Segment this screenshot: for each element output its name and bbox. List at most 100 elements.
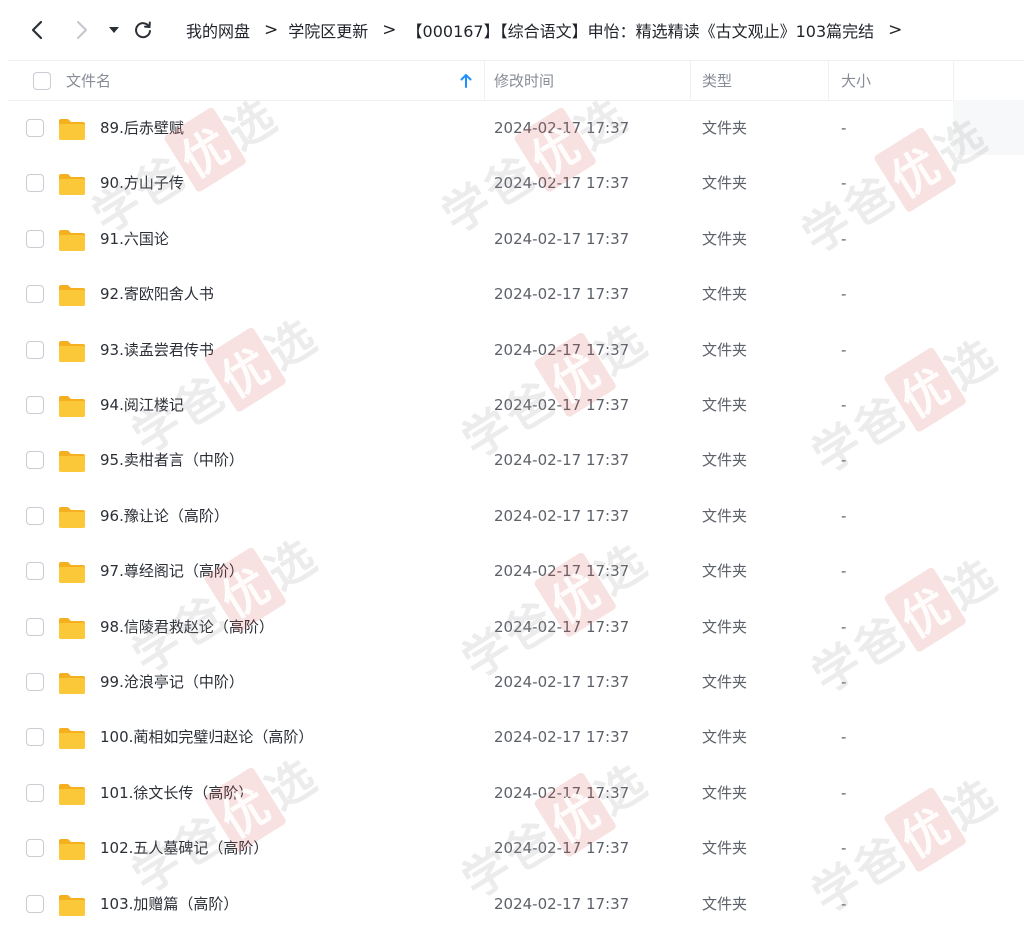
- file-type: 文件夹: [702, 174, 748, 193]
- forward-button[interactable]: [66, 15, 96, 45]
- table-row[interactable]: 94.阅江楼记 2024-02-17 17:37 文件夹 -: [8, 378, 1024, 433]
- column-header-modified[interactable]: 修改时间: [494, 61, 554, 100]
- table-row[interactable]: 89.后赤壁赋 2024-02-17 17:37 文件夹 -: [8, 101, 1024, 156]
- history-dropdown-button[interactable]: [99, 15, 129, 45]
- file-name[interactable]: 102.五人墓碑记（高阶）: [100, 821, 268, 876]
- refresh-button[interactable]: [128, 15, 158, 45]
- breadcrumb-item-current-folder[interactable]: 【000167】【综合语文】申怡：精选精读《古文观止》103篇完结: [407, 18, 875, 42]
- file-type: 文件夹: [702, 839, 748, 858]
- file-size: -: [841, 451, 847, 470]
- file-name[interactable]: 100.蔺相如完璧归赵论（高阶）: [100, 710, 313, 765]
- folder-icon: [59, 617, 85, 639]
- sort-ascending-button[interactable]: [460, 61, 472, 100]
- file-type: 文件夹: [702, 783, 748, 802]
- row-checkbox[interactable]: [26, 229, 44, 248]
- file-modified-time: 2024-02-17 17:37: [494, 728, 630, 747]
- file-size: -: [841, 396, 847, 414]
- table-row[interactable]: 100.蔺相如完璧归赵论（高阶） 2024-02-17 17:37 文件夹 -: [8, 710, 1024, 765]
- row-checkbox[interactable]: [26, 506, 44, 525]
- row-checkbox[interactable]: [26, 673, 44, 691]
- breadcrumb: 我的网盘 > 学院区更新 > 【000167】【综合语文】申怡：精选精读《古文观…: [186, 0, 912, 60]
- file-modified-time: 2024-02-17 17:37: [494, 285, 630, 304]
- breadcrumb-item-college-updates[interactable]: 学院区更新: [288, 18, 368, 42]
- file-type: 文件夹: [702, 673, 748, 691]
- file-size: -: [841, 340, 847, 359]
- table-row[interactable]: 93.读孟尝君传书 2024-02-17 17:37 文件夹 -: [8, 323, 1024, 378]
- file-type: 文件夹: [702, 506, 748, 525]
- file-modified-time: 2024-02-17 17:37: [494, 229, 630, 248]
- row-checkbox[interactable]: [26, 174, 44, 193]
- row-checkbox[interactable]: [26, 396, 44, 414]
- back-button[interactable]: [23, 15, 53, 45]
- row-checkbox[interactable]: [26, 894, 44, 913]
- table-row[interactable]: 101.徐文长传（高阶） 2024-02-17 17:37 文件夹 -: [8, 766, 1024, 821]
- file-name[interactable]: 93.读孟尝君传书: [100, 323, 214, 378]
- file-name[interactable]: 99.沧浪亭记（中阶）: [100, 655, 244, 710]
- file-type: 文件夹: [702, 728, 748, 747]
- file-modified-time: 2024-02-17 17:37: [494, 894, 630, 913]
- file-size: -: [841, 229, 847, 248]
- select-all-checkbox[interactable]: [33, 71, 51, 90]
- file-modified-time: 2024-02-17 17:37: [494, 340, 630, 359]
- folder-icon: [59, 728, 85, 750]
- table-row[interactable]: 97.尊经阁记（高阶） 2024-02-17 17:37 文件夹 -: [8, 544, 1024, 599]
- file-size: -: [841, 839, 847, 858]
- file-modified-time: 2024-02-17 17:37: [494, 506, 630, 525]
- column-header-name[interactable]: 文件名: [66, 61, 111, 100]
- file-size: -: [841, 506, 847, 525]
- file-name[interactable]: 91.六国论: [100, 212, 169, 267]
- table-row[interactable]: 103.加赠篇（高阶） 2024-02-17 17:37 文件夹 -: [8, 877, 1024, 932]
- column-header-size[interactable]: 大小: [841, 61, 871, 100]
- table-row[interactable]: 91.六国论 2024-02-17 17:37 文件夹 -: [8, 212, 1024, 267]
- table-row[interactable]: 92.寄欧阳舍人书 2024-02-17 17:37 文件夹 -: [8, 267, 1024, 322]
- file-type: 文件夹: [702, 340, 748, 359]
- arrow-up-icon: [460, 73, 472, 88]
- file-name[interactable]: 97.尊经阁记（高阶）: [100, 544, 244, 599]
- column-divider[interactable]: [484, 61, 485, 100]
- table-row[interactable]: 96.豫让论（高阶） 2024-02-17 17:37 文件夹 -: [8, 489, 1024, 544]
- folder-icon: [59, 506, 85, 528]
- column-header-type[interactable]: 类型: [702, 61, 732, 100]
- breadcrumb-item-my-drive[interactable]: 我的网盘: [186, 18, 250, 42]
- file-name[interactable]: 101.徐文长传（高阶）: [100, 766, 253, 821]
- file-modified-time: 2024-02-17 17:37: [494, 673, 630, 691]
- file-name[interactable]: 89.后赤壁赋: [100, 101, 184, 156]
- row-checkbox[interactable]: [26, 728, 44, 747]
- file-name[interactable]: 92.寄欧阳舍人书: [100, 267, 214, 322]
- file-name[interactable]: 96.豫让论（高阶）: [100, 489, 229, 544]
- row-checkbox[interactable]: [26, 340, 44, 359]
- column-divider[interactable]: [690, 61, 691, 100]
- file-modified-time: 2024-02-17 17:37: [494, 839, 630, 858]
- table-row[interactable]: 102.五人墓碑记（高阶） 2024-02-17 17:37 文件夹 -: [8, 821, 1024, 876]
- folder-icon: [59, 451, 85, 473]
- file-size: -: [841, 617, 847, 636]
- row-checkbox[interactable]: [26, 285, 44, 304]
- select-all-wrapper: [33, 61, 51, 100]
- file-name[interactable]: 95.卖柑者言（中阶）: [100, 433, 244, 488]
- file-size: -: [841, 562, 847, 581]
- file-size: -: [841, 285, 847, 304]
- file-name[interactable]: 94.阅江楼记: [100, 378, 184, 433]
- column-divider[interactable]: [828, 61, 829, 100]
- file-modified-time: 2024-02-17 17:37: [494, 562, 630, 581]
- table-row[interactable]: 95.卖柑者言（中阶） 2024-02-17 17:37 文件夹 -: [8, 433, 1024, 488]
- file-modified-time: 2024-02-17 17:37: [494, 396, 630, 414]
- row-checkbox[interactable]: [26, 839, 44, 858]
- file-type: 文件夹: [702, 119, 748, 137]
- row-checkbox[interactable]: [26, 617, 44, 636]
- file-type: 文件夹: [702, 396, 748, 414]
- file-name[interactable]: 90.方山子传: [100, 156, 184, 211]
- table-row[interactable]: 98.信陵君救赵论（高阶） 2024-02-17 17:37 文件夹 -: [8, 600, 1024, 655]
- column-divider[interactable]: [953, 61, 954, 100]
- row-checkbox[interactable]: [26, 451, 44, 470]
- row-checkbox[interactable]: [26, 119, 44, 137]
- row-checkbox[interactable]: [26, 562, 44, 581]
- folder-icon: [59, 285, 85, 307]
- row-checkbox[interactable]: [26, 783, 44, 802]
- file-name[interactable]: 103.加赠篇（高阶）: [100, 877, 238, 932]
- file-name[interactable]: 98.信陵君救赵论（高阶）: [100, 600, 274, 655]
- table-row[interactable]: 90.方山子传 2024-02-17 17:37 文件夹 -: [8, 156, 1024, 211]
- file-size: -: [841, 783, 847, 802]
- table-row[interactable]: 99.沧浪亭记（中阶） 2024-02-17 17:37 文件夹 -: [8, 655, 1024, 710]
- file-modified-time: 2024-02-17 17:37: [494, 174, 630, 193]
